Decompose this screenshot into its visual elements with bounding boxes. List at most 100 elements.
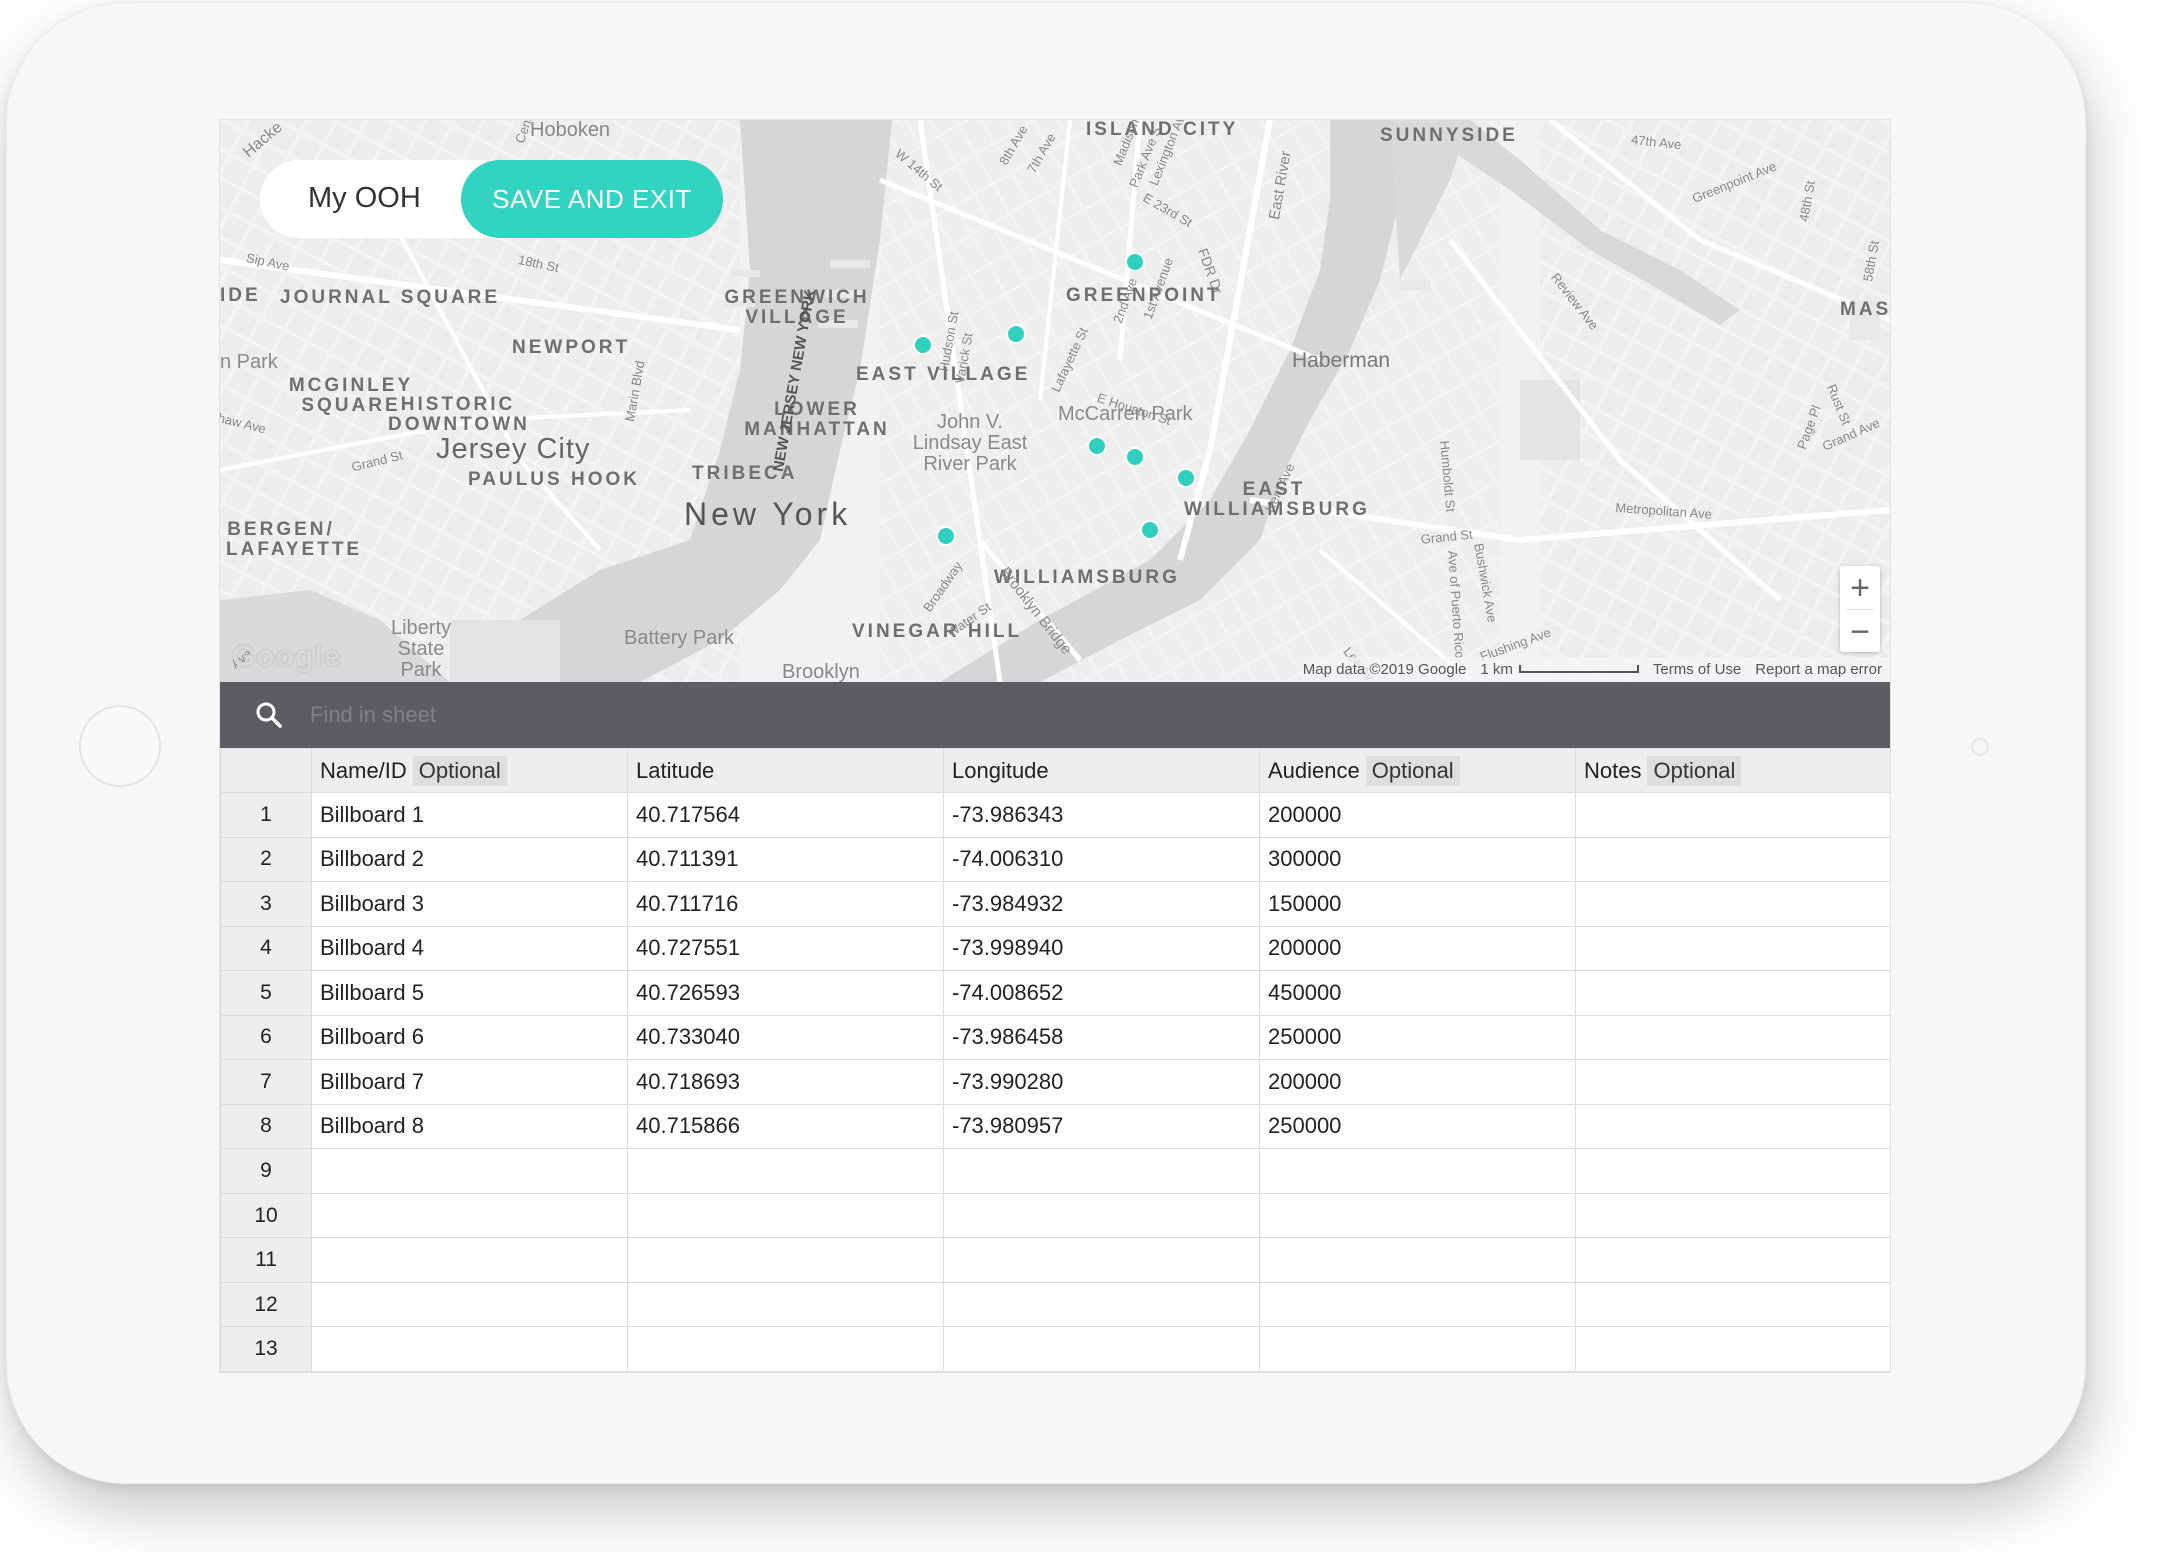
cell-longitude[interactable]: -73.980957 (943, 1103, 1260, 1150)
cell-longitude[interactable]: -73.986343 (943, 792, 1260, 838)
report-map-error-link[interactable]: Report a map error (1755, 661, 1882, 678)
cell-longitude[interactable] (943, 1281, 1260, 1328)
cell-latitude[interactable] (627, 1281, 944, 1328)
cell-longitude[interactable] (943, 1148, 1260, 1194)
cell-audience[interactable]: 300000 (1259, 836, 1576, 883)
cell-latitude[interactable]: 40.715866 (627, 1103, 944, 1150)
cell-latitude[interactable] (627, 1148, 944, 1194)
cell-audience[interactable] (1259, 1237, 1576, 1283)
column-header-longitude[interactable]: Longitude (943, 748, 1260, 793)
cell-notes[interactable] (1575, 1237, 1890, 1283)
cell-longitude[interactable] (943, 1237, 1260, 1283)
cell-latitude[interactable]: 40.717564 (627, 792, 944, 838)
cell-latitude[interactable]: 40.733040 (627, 1014, 944, 1061)
row-number[interactable]: 13 (220, 1326, 312, 1372)
column-header-name[interactable]: Name/ID Optional (311, 748, 628, 793)
cell-name[interactable] (311, 1281, 628, 1328)
billboard-marker[interactable] (1087, 436, 1107, 456)
cell-audience[interactable] (1259, 1281, 1576, 1328)
cell-audience[interactable] (1259, 1192, 1576, 1239)
cell-notes[interactable] (1575, 1281, 1890, 1328)
cell-name[interactable]: Billboard 3 (311, 881, 628, 927)
cell-name[interactable] (311, 1148, 628, 1194)
cell-audience[interactable]: 250000 (1259, 1014, 1576, 1061)
cell-notes[interactable] (1575, 881, 1890, 927)
row-number[interactable]: 2 (220, 836, 312, 883)
cell-notes[interactable] (1575, 1059, 1890, 1105)
terms-of-use-link[interactable]: Terms of Use (1653, 661, 1741, 678)
row-number[interactable]: 9 (220, 1148, 312, 1194)
cell-longitude[interactable] (943, 1326, 1260, 1372)
cell-longitude[interactable]: -74.008652 (943, 970, 1260, 1016)
cell-audience[interactable]: 450000 (1259, 970, 1576, 1016)
map-scale[interactable]: 1 km (1480, 661, 1639, 678)
billboard-marker[interactable] (1176, 468, 1196, 488)
search-icon[interactable] (254, 700, 284, 730)
column-header-latitude[interactable]: Latitude (627, 748, 944, 793)
cell-notes[interactable] (1575, 1326, 1890, 1372)
cell-longitude[interactable]: -74.006310 (943, 836, 1260, 883)
save-and-exit-button[interactable]: SAVE AND EXIT (461, 160, 723, 238)
row-number[interactable]: 12 (220, 1281, 312, 1328)
cell-audience[interactable]: 200000 (1259, 1059, 1576, 1105)
cell-latitude[interactable] (627, 1192, 944, 1239)
cell-latitude[interactable]: 40.711716 (627, 881, 944, 927)
billboard-marker[interactable] (913, 335, 933, 355)
cell-notes[interactable] (1575, 1192, 1890, 1239)
home-button[interactable] (79, 705, 161, 787)
cell-notes[interactable] (1575, 1014, 1890, 1061)
cell-longitude[interactable]: -73.986458 (943, 1014, 1260, 1061)
column-header-notes[interactable]: Notes Optional (1575, 748, 1890, 793)
cell-name[interactable]: Billboard 7 (311, 1059, 628, 1105)
cell-notes[interactable] (1575, 792, 1890, 838)
cell-longitude[interactable]: -73.998940 (943, 925, 1260, 972)
cell-audience[interactable]: 250000 (1259, 1103, 1576, 1150)
row-number[interactable]: 3 (220, 881, 312, 927)
row-number[interactable]: 4 (220, 925, 312, 972)
column-header-audience[interactable]: Audience Optional (1259, 748, 1576, 793)
cell-notes[interactable] (1575, 836, 1890, 883)
cell-longitude[interactable]: -73.984932 (943, 881, 1260, 927)
cell-name[interactable]: Billboard 5 (311, 970, 628, 1016)
billboard-marker[interactable] (1006, 324, 1026, 344)
row-number[interactable]: 6 (220, 1014, 312, 1061)
cell-latitude[interactable]: 40.726593 (627, 970, 944, 1016)
billboard-marker[interactable] (936, 526, 956, 546)
row-number[interactable]: 7 (220, 1059, 312, 1105)
find-in-sheet-input[interactable] (308, 701, 912, 729)
cell-name[interactable]: Billboard 4 (311, 925, 628, 972)
cell-notes[interactable] (1575, 1103, 1890, 1150)
cell-latitude[interactable] (627, 1326, 944, 1372)
cell-name[interactable] (311, 1326, 628, 1372)
map-view[interactable]: JOURNAL SQUARE NEWPORT MCGINLEY SQUARE H… (220, 120, 1890, 682)
cell-audience[interactable]: 200000 (1259, 792, 1576, 838)
cell-name[interactable] (311, 1237, 628, 1283)
cell-name[interactable]: Billboard 2 (311, 836, 628, 883)
cell-audience[interactable] (1259, 1148, 1576, 1194)
cell-name[interactable]: Billboard 6 (311, 1014, 628, 1061)
cell-latitude[interactable]: 40.711391 (627, 836, 944, 883)
zoom-out-button[interactable]: − (1840, 610, 1880, 653)
billboard-marker[interactable] (1125, 252, 1145, 272)
row-number[interactable]: 8 (220, 1103, 312, 1150)
cell-longitude[interactable] (943, 1192, 1260, 1239)
cell-audience[interactable] (1259, 1326, 1576, 1372)
cell-audience[interactable]: 150000 (1259, 881, 1576, 927)
billboard-marker[interactable] (1125, 447, 1145, 467)
cell-latitude[interactable]: 40.718693 (627, 1059, 944, 1105)
cell-notes[interactable] (1575, 970, 1890, 1016)
cell-latitude[interactable] (627, 1237, 944, 1283)
zoom-in-button[interactable]: + (1840, 566, 1880, 609)
cell-notes[interactable] (1575, 1148, 1890, 1194)
cell-latitude[interactable]: 40.727551 (627, 925, 944, 972)
cell-audience[interactable]: 200000 (1259, 925, 1576, 972)
cell-notes[interactable] (1575, 925, 1890, 972)
cell-name[interactable] (311, 1192, 628, 1239)
row-number[interactable]: 1 (220, 792, 312, 838)
row-number[interactable]: 10 (220, 1192, 312, 1239)
row-number[interactable]: 5 (220, 970, 312, 1016)
cell-name[interactable]: Billboard 8 (311, 1103, 628, 1150)
cell-name[interactable]: Billboard 1 (311, 792, 628, 838)
billboard-marker[interactable] (1140, 520, 1160, 540)
corner-cell[interactable] (220, 748, 312, 793)
